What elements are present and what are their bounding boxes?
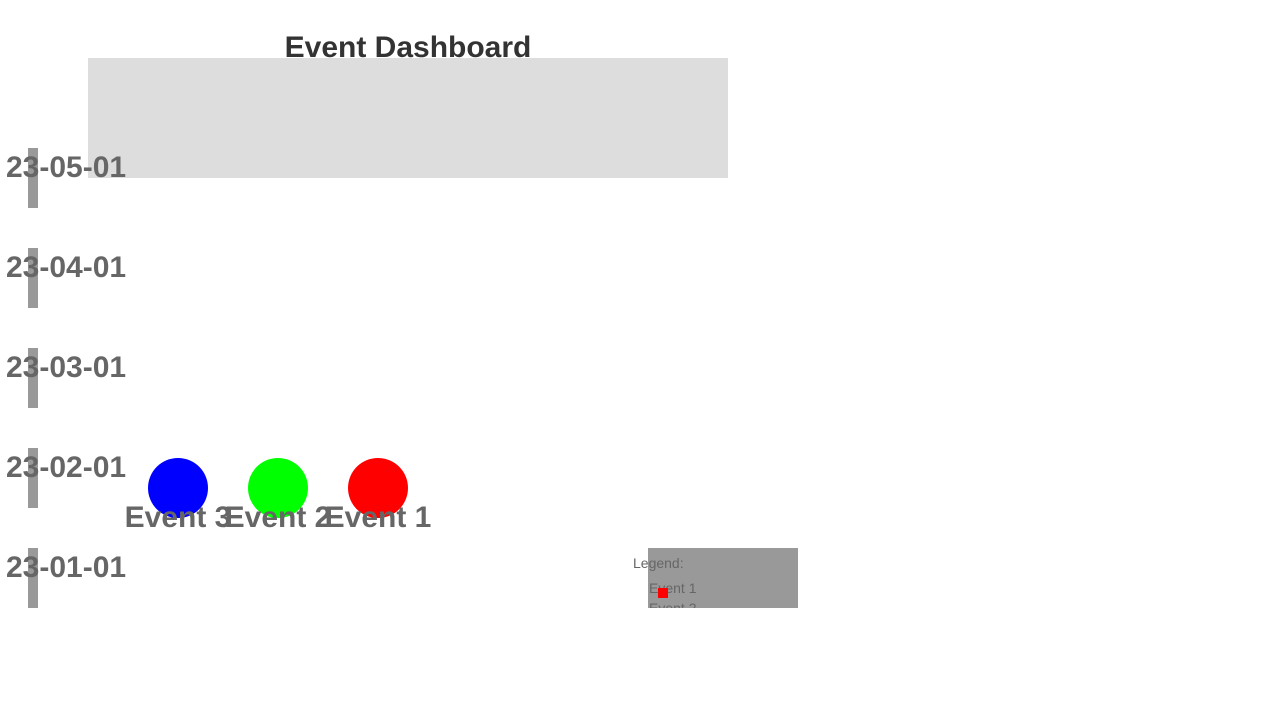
- header-panel: [88, 58, 728, 178]
- legend-item-label: Event 1: [649, 580, 697, 596]
- legend-title: Legend:: [633, 555, 684, 571]
- legend-item-label: Event 2: [649, 600, 697, 608]
- dashboard-stage: Event Dashboard 23-05-01 23-04-01 23-03-…: [0, 0, 1280, 720]
- legend-swatch: [658, 588, 668, 598]
- timeline-date-label: 23-02-01: [6, 451, 127, 484]
- event-label-1: Event 1: [324, 501, 432, 534]
- timeline-date-label: 23-01-01: [6, 551, 127, 584]
- timeline-date-label: 23-03-01: [6, 351, 127, 384]
- page-title: Event Dashboard: [284, 31, 532, 64]
- timeline-date-label: 23-05-01: [6, 151, 127, 184]
- timeline-date-label: 23-04-01: [6, 251, 127, 284]
